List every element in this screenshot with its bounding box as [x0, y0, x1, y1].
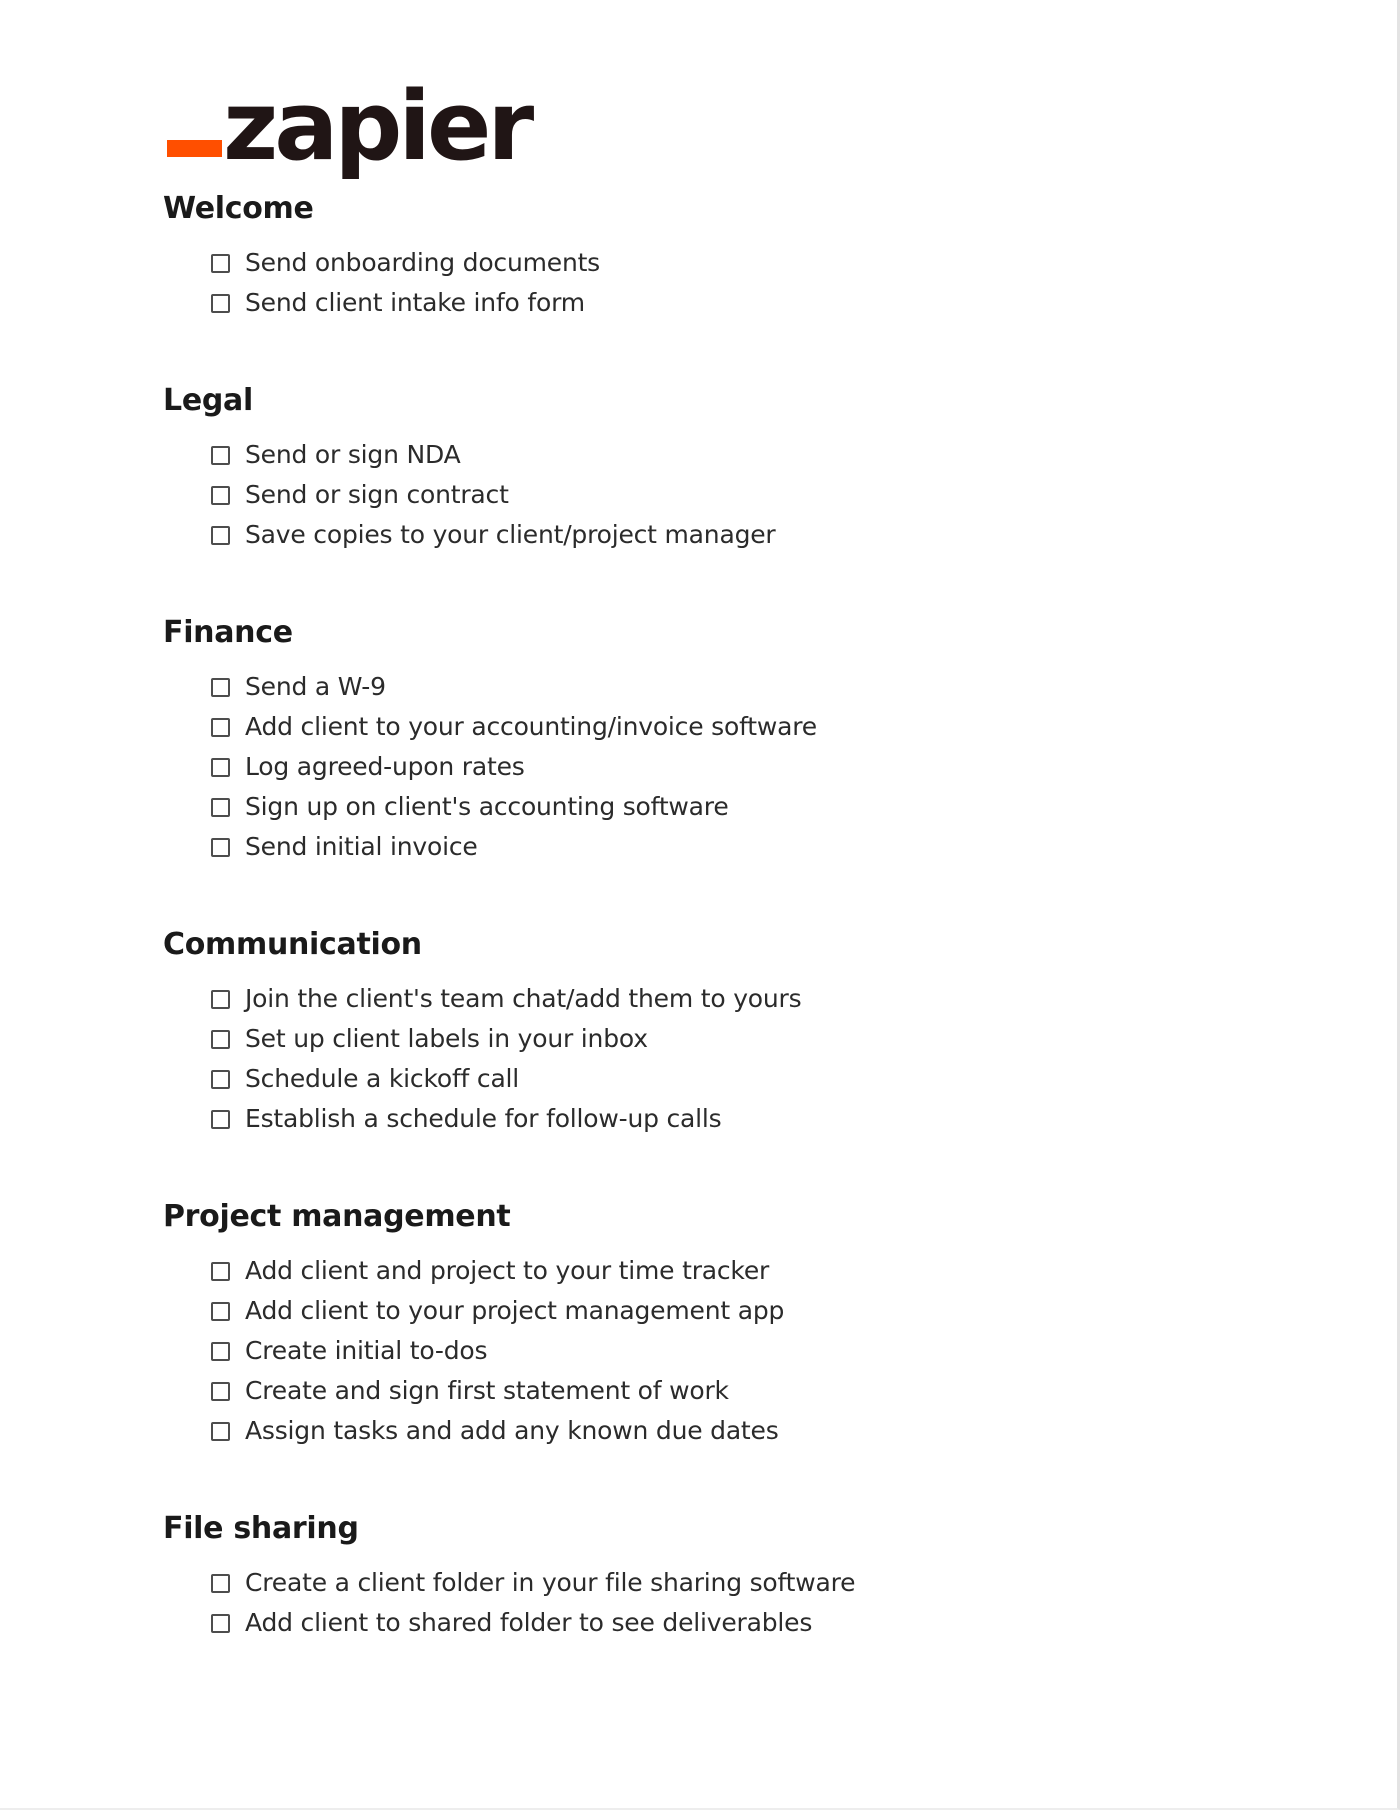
checklist-item-list: Send onboarding documents Send client int… — [163, 248, 1263, 318]
checkbox-icon[interactable] — [211, 485, 230, 505]
checklist-section: File sharing Create a client folder in yo… — [163, 1512, 1263, 1638]
checklist-item-label: Add client to your accounting/invoice so… — [245, 712, 817, 741]
checklist-item[interactable]: Log agreed-upon rates — [163, 752, 1263, 782]
checklist-item[interactable]: Add client to your project management ap… — [163, 1296, 1263, 1326]
checklist-item-list: Send or sign NDA Send or sign contract Sav… — [163, 440, 1263, 550]
checklist-item-label: Save copies to your client/project manag… — [245, 520, 776, 549]
checklist-item[interactable]: Send onboarding documents — [163, 248, 1263, 278]
checklist-item[interactable]: Add client to shared folder to see deliv… — [163, 1608, 1263, 1638]
checklist-item[interactable]: Send initial invoice — [163, 832, 1263, 862]
checklist-item-label: Send onboarding documents — [245, 248, 601, 277]
checkbox-icon[interactable] — [211, 797, 230, 817]
checklist-section: Welcome Send onboarding documents Send cli… — [163, 192, 1263, 318]
checklist-item-label: Add client and project to your time trac… — [245, 1256, 770, 1285]
checklist-item-label: Sign up on client's accounting software — [245, 792, 729, 821]
checklist-section: Communication Join the client's team chat… — [163, 928, 1263, 1134]
checklist-item[interactable]: Set up client labels in your inbox — [163, 1024, 1263, 1054]
checkbox-icon[interactable] — [211, 1261, 230, 1281]
checklist-content: zapier Welcome Send onboarding documents S… — [163, 0, 1263, 1648]
checklist-item-label: Establish a schedule for follow-up calls — [245, 1104, 722, 1133]
underscore-mark-icon — [167, 140, 222, 157]
checklist-item[interactable]: Create and sign first statement of work — [163, 1376, 1263, 1406]
checklist-section: Legal Send or sign NDA Send or sign contra… — [163, 384, 1263, 550]
checklist-item[interactable]: Add client to your accounting/invoice so… — [163, 712, 1263, 742]
checklist-item[interactable]: Save copies to your client/project manag… — [163, 520, 1263, 550]
checklist-item-label: Add client to your project management ap… — [245, 1296, 785, 1325]
checklist-item-label: Join the client's team chat/add them to … — [245, 984, 802, 1013]
checkbox-icon[interactable] — [211, 445, 230, 465]
checkbox-icon[interactable] — [211, 525, 230, 545]
checklist-item[interactable]: Create initial to-dos — [163, 1336, 1263, 1366]
checklist-item-label: Send or sign contract — [245, 480, 509, 509]
checklist-section: Project management Add client and project… — [163, 1200, 1263, 1446]
checklist-item-label: Create and sign first statement of work — [245, 1376, 729, 1405]
checkbox-icon[interactable] — [211, 1341, 230, 1361]
checklist-item-label: Send initial invoice — [245, 832, 478, 861]
checklist-item[interactable]: Join the client's team chat/add them to … — [163, 984, 1263, 1014]
checkbox-icon[interactable] — [211, 1109, 230, 1129]
checkbox-icon[interactable] — [211, 757, 230, 777]
checklist-item-list: Add client and project to your time trac… — [163, 1256, 1263, 1446]
checkbox-icon[interactable] — [211, 989, 230, 1009]
section-heading: Legal — [163, 383, 253, 418]
checklist-item-list: Create a client folder in your file shar… — [163, 1568, 1263, 1638]
checklist-sections: Welcome Send onboarding documents Send cli… — [163, 192, 1263, 1638]
checklist-item[interactable]: Send or sign contract — [163, 480, 1263, 510]
checklist-item-label: Create initial to-dos — [245, 1336, 488, 1365]
checklist-item-label: Send a W-9 — [245, 672, 386, 701]
checklist-item[interactable]: Create a client folder in your file shar… — [163, 1568, 1263, 1598]
checklist-item[interactable]: Send or sign NDA — [163, 440, 1263, 470]
checkbox-icon[interactable] — [211, 1421, 230, 1441]
checkbox-icon[interactable] — [211, 1301, 230, 1321]
checkbox-icon[interactable] — [211, 717, 230, 737]
checklist-item[interactable]: Send client intake info form — [163, 288, 1263, 318]
checklist-item-list: Join the client's team chat/add them to … — [163, 984, 1263, 1134]
checkbox-icon[interactable] — [211, 293, 230, 313]
checklist-item-list: Send a W-9 Add client to your accounting/… — [163, 672, 1263, 862]
checklist-item-label: Set up client labels in your inbox — [245, 1024, 648, 1053]
checklist-item[interactable]: Send a W-9 — [163, 672, 1263, 702]
checkbox-icon[interactable] — [211, 837, 230, 857]
checkbox-icon[interactable] — [211, 1381, 230, 1401]
section-heading: Welcome — [163, 191, 314, 226]
checklist-item[interactable]: Establish a schedule for follow-up calls — [163, 1104, 1263, 1134]
checkbox-icon[interactable] — [211, 1069, 230, 1089]
checklist-item[interactable]: Assign tasks and add any known due dates — [163, 1416, 1263, 1446]
section-heading: File sharing — [163, 1511, 359, 1546]
checklist-item-label: Create a client folder in your file shar… — [245, 1568, 856, 1597]
checkbox-icon[interactable] — [211, 677, 230, 697]
checklist-item[interactable]: Sign up on client's accounting software — [163, 792, 1263, 822]
section-heading: Communication — [163, 927, 422, 962]
checklist-item-label: Add client to shared folder to see deliv… — [245, 1608, 813, 1637]
checklist-item-label: Schedule a kickoff call — [245, 1064, 520, 1093]
checklist-section: Finance Send a W-9 Add client to your acco… — [163, 616, 1263, 862]
checkbox-icon[interactable] — [211, 1029, 230, 1049]
checkbox-icon[interactable] — [211, 1573, 230, 1593]
zapier-logo: zapier — [163, 62, 1263, 182]
checklist-item[interactable]: Schedule a kickoff call — [163, 1064, 1263, 1094]
checklist-item[interactable]: Add client and project to your time trac… — [163, 1256, 1263, 1286]
checkbox-icon[interactable] — [211, 253, 230, 273]
checklist-item-label: Log agreed-upon rates — [245, 752, 525, 781]
section-heading: Project management — [163, 1199, 511, 1234]
section-heading: Finance — [163, 615, 293, 650]
checklist-item-label: Send or sign NDA — [245, 440, 461, 469]
checklist-item-label: Send client intake info form — [245, 288, 585, 317]
zapier-wordmark: zapier — [223, 72, 534, 182]
checklist-item-label: Assign tasks and add any known due dates — [245, 1416, 779, 1445]
checkbox-icon[interactable] — [211, 1613, 230, 1633]
document-page: zapier Welcome Send onboarding documents S… — [0, 0, 1400, 1810]
